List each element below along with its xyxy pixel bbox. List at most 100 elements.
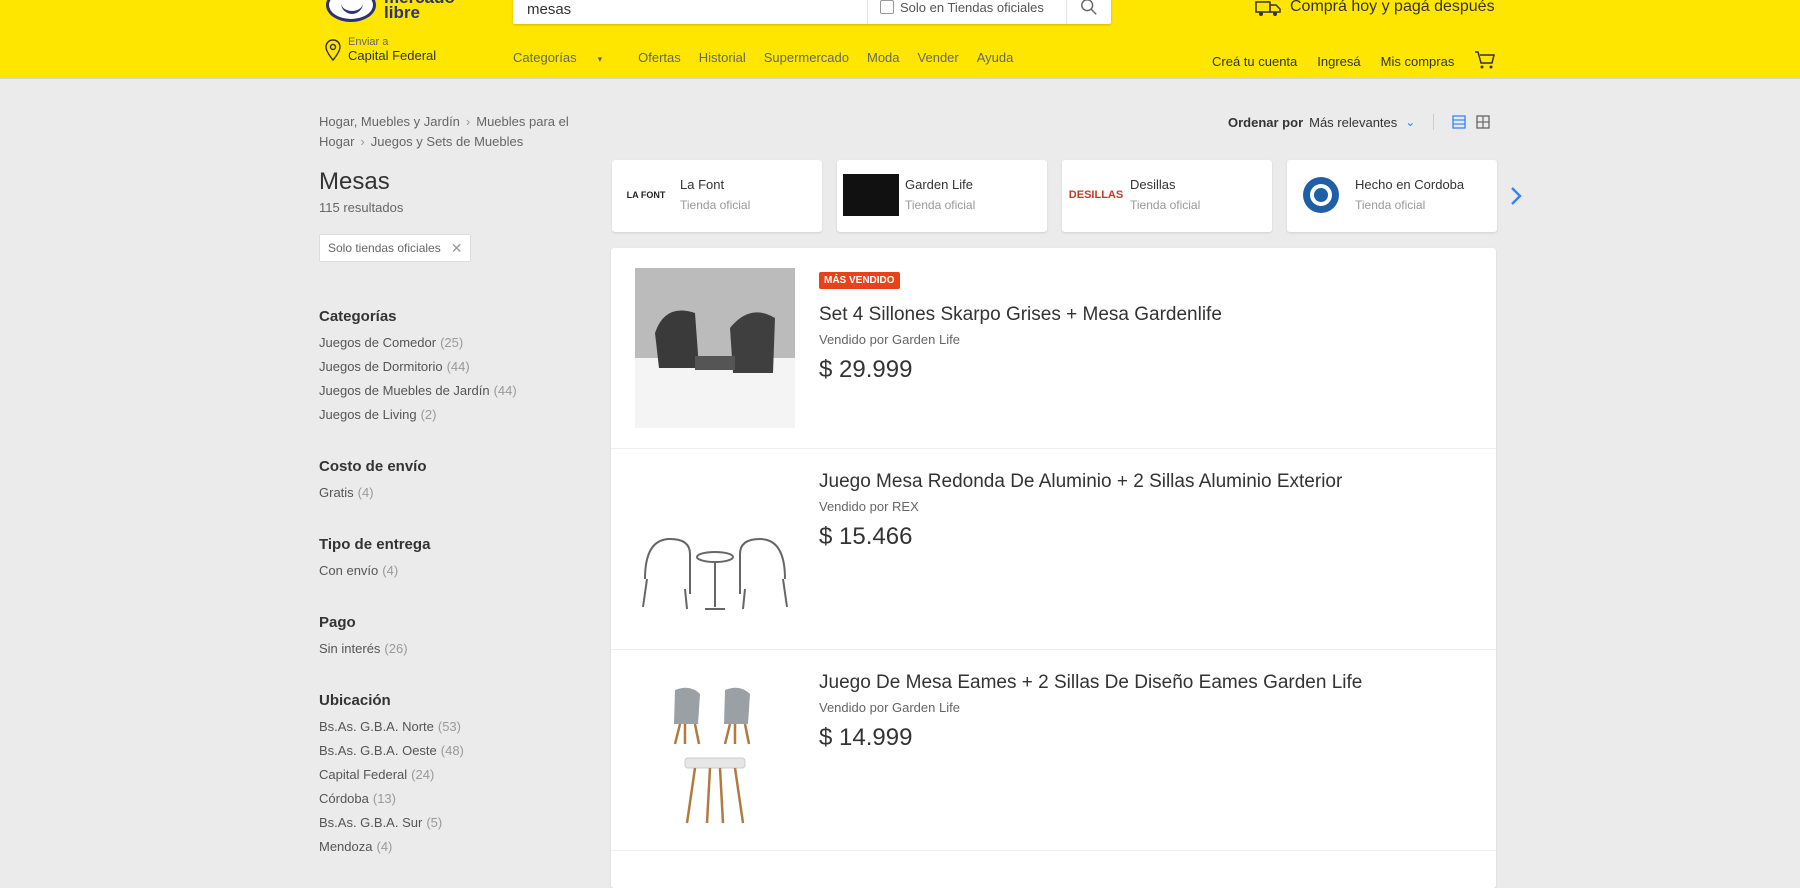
product-image[interactable]	[635, 268, 795, 428]
search-button[interactable]	[1066, 0, 1111, 24]
main-nav: Categorías ▾ Ofertas Historial Supermerca…	[513, 50, 1031, 65]
filter-option-label: Con envío	[319, 563, 379, 578]
filter-option-count: (4)	[376, 839, 393, 854]
nav-supermercado[interactable]: Supermercado	[764, 50, 849, 65]
official-stores-label: Solo en Tiendas oficiales	[900, 0, 1044, 15]
product-title[interactable]: Juego De Mesa Eames + 2 Sillas De Diseño…	[819, 672, 1362, 694]
filter-group-title: Tipo de entrega	[319, 536, 431, 553]
store-name: La Font	[680, 177, 725, 192]
chevron-right-icon: ›	[360, 134, 365, 149]
filter-group-title: Categorías	[319, 308, 397, 325]
filter-option[interactable]: Córdoba (13)	[319, 791, 464, 807]
sort-label: Ordenar por	[1228, 114, 1304, 130]
store-logo	[843, 174, 899, 216]
official-store-card[interactable]: DESILLAS Desillas Tienda oficial	[1062, 160, 1272, 232]
header: mercado libre Solo en Tiendas oficiales …	[0, 0, 1800, 78]
store-logo	[1293, 174, 1349, 216]
filter-option[interactable]: Juegos de Comedor (25)	[319, 335, 517, 351]
grid-view-icon[interactable]	[1476, 115, 1490, 129]
my-purchases-link[interactable]: Mis compras	[1381, 54, 1455, 69]
store-name: Desillas	[1130, 177, 1176, 192]
search-input[interactable]	[527, 0, 867, 20]
list-item[interactable]: MÁS VENDIDO Set 4 Sillones Skarpo Grises…	[611, 248, 1496, 449]
official-store-card[interactable]: Garden Life Tienda oficial	[837, 160, 1047, 232]
filter-group-title: Pago	[319, 614, 356, 631]
promo-banner[interactable]: Comprá hoy y pagá después	[1254, 0, 1495, 20]
nav-ofertas[interactable]: Ofertas	[638, 50, 681, 65]
nav-categories[interactable]: Categorías ▾	[513, 50, 620, 65]
nav-vender[interactable]: Vender	[918, 50, 959, 65]
logo-text: mercado libre	[384, 0, 455, 22]
filter-option-count: (5)	[426, 815, 443, 830]
filter-option-count: (4)	[382, 563, 399, 578]
filter-group-categories: Categorías Juegos de Comedor (25) Juegos …	[319, 308, 517, 431]
list-view-icon[interactable]	[1452, 115, 1466, 129]
product-title[interactable]: Juego Mesa Redonda De Aluminio + 2 Silla…	[819, 471, 1342, 493]
official-stores-toggle[interactable]: Solo en Tiendas oficiales	[867, 0, 1079, 24]
applied-filter-tag[interactable]: Solo tiendas oficiales ✕	[319, 234, 472, 262]
filter-option[interactable]: Juegos de Muebles de Jardín (44)	[319, 383, 517, 399]
filter-option[interactable]: Gratis (4)	[319, 485, 427, 501]
location-caption: Enviar a	[348, 36, 389, 48]
filter-option[interactable]: Capital Federal (24)	[319, 767, 464, 783]
store-name: Hecho en Cordoba	[1355, 177, 1465, 192]
nav-ayuda[interactable]: Ayuda	[977, 50, 1014, 65]
filter-option-count: (48)	[440, 743, 464, 758]
create-account-link[interactable]: Creá tu cuenta	[1212, 54, 1297, 69]
filter-option[interactable]: Con envío (4)	[319, 563, 430, 579]
divider	[1433, 114, 1435, 130]
filter-option[interactable]: Bs.As. G.B.A. Sur (5)	[319, 815, 464, 831]
product-title[interactable]: Set 4 Sillones Skarpo Grises + Mesa Gard…	[819, 304, 1222, 326]
filter-option-count: (24)	[411, 767, 435, 782]
filter-option-label: Córdoba	[319, 791, 369, 806]
store-logo: DESILLAS	[1068, 189, 1124, 201]
breadcrumb: Hogar, Muebles y Jardín › Muebles para el …	[319, 112, 599, 152]
cart-button[interactable]	[1474, 50, 1496, 73]
truck-icon	[1255, 1, 1281, 16]
filter-option-label: Juegos de Living	[319, 407, 417, 422]
filter-group-location: Ubicación Bs.As. G.B.A. Norte (53) Bs.As.…	[319, 692, 464, 863]
login-link[interactable]: Ingresá	[1317, 54, 1360, 69]
product-image[interactable]	[635, 469, 795, 629]
official-store-card[interactable]: LA FONT La Font Tienda oficial	[612, 160, 822, 232]
product-seller: Vendido por Garden Life	[819, 332, 960, 347]
filter-option[interactable]: Juegos de Living (2)	[319, 407, 517, 423]
sort-control: Ordenar por Más relevantes ⌄	[1228, 114, 1500, 130]
filter-option[interactable]: Mendoza (4)	[319, 839, 464, 855]
filter-option[interactable]: Bs.As. G.B.A. Norte (53)	[319, 719, 464, 735]
store-subtitle: Tienda oficial	[680, 198, 751, 212]
nav-categories-label: Categorías	[513, 50, 577, 65]
breadcrumb-item[interactable]: Juegos y Sets de Muebles	[371, 134, 523, 149]
nav-moda[interactable]: Moda	[867, 50, 900, 65]
breadcrumb-item[interactable]: Hogar, Muebles y Jardín	[319, 114, 460, 129]
filter-option[interactable]: Bs.As. G.B.A. Oeste (48)	[319, 743, 464, 759]
mercadolibre-logo[interactable]: mercado libre	[326, 0, 466, 28]
store-logo: LA FONT	[626, 190, 666, 200]
location-value: Capital Federal	[348, 48, 437, 63]
cordoba-seal-icon	[1303, 177, 1339, 213]
filter-group-title: Ubicación	[319, 692, 391, 709]
list-item[interactable]: Juego Mesa Redonda De Aluminio + 2 Silla…	[611, 449, 1496, 650]
filter-option-label: Bs.As. G.B.A. Norte	[319, 719, 434, 734]
sort-value[interactable]: Más relevantes	[1309, 115, 1397, 130]
page-title: Mesas	[319, 168, 390, 195]
filter-option-label: Juegos de Dormitorio	[319, 359, 443, 374]
close-icon[interactable]: ✕	[451, 240, 463, 257]
product-image[interactable]	[635, 670, 795, 830]
filter-option-label: Capital Federal	[319, 767, 408, 782]
product-price: $ 14.999	[819, 724, 913, 751]
list-item[interactable]: Juego De Mesa Eames + 2 Sillas De Diseño…	[611, 650, 1496, 851]
official-store-card[interactable]: Hecho en Cordoba Tienda oficial	[1287, 160, 1497, 232]
chevron-right-icon[interactable]	[1506, 184, 1526, 208]
nav-historial[interactable]: Historial	[699, 50, 746, 65]
shipping-location[interactable]: Enviar a Capital Federal	[324, 36, 436, 66]
filter-option-label: Gratis	[319, 485, 354, 500]
filter-option[interactable]: Juegos de Dormitorio (44)	[319, 359, 517, 375]
filter-option-count: (2)	[420, 407, 437, 422]
official-stores-checkbox[interactable]	[880, 0, 894, 14]
chevron-right-icon: ›	[465, 114, 471, 129]
filter-option[interactable]: Sin interés (26)	[319, 641, 408, 657]
search-bar: Solo en Tiendas oficiales	[513, 0, 1111, 24]
results-count: 115 resultados	[319, 200, 404, 215]
chevron-down-icon[interactable]: ⌄	[1405, 115, 1415, 129]
